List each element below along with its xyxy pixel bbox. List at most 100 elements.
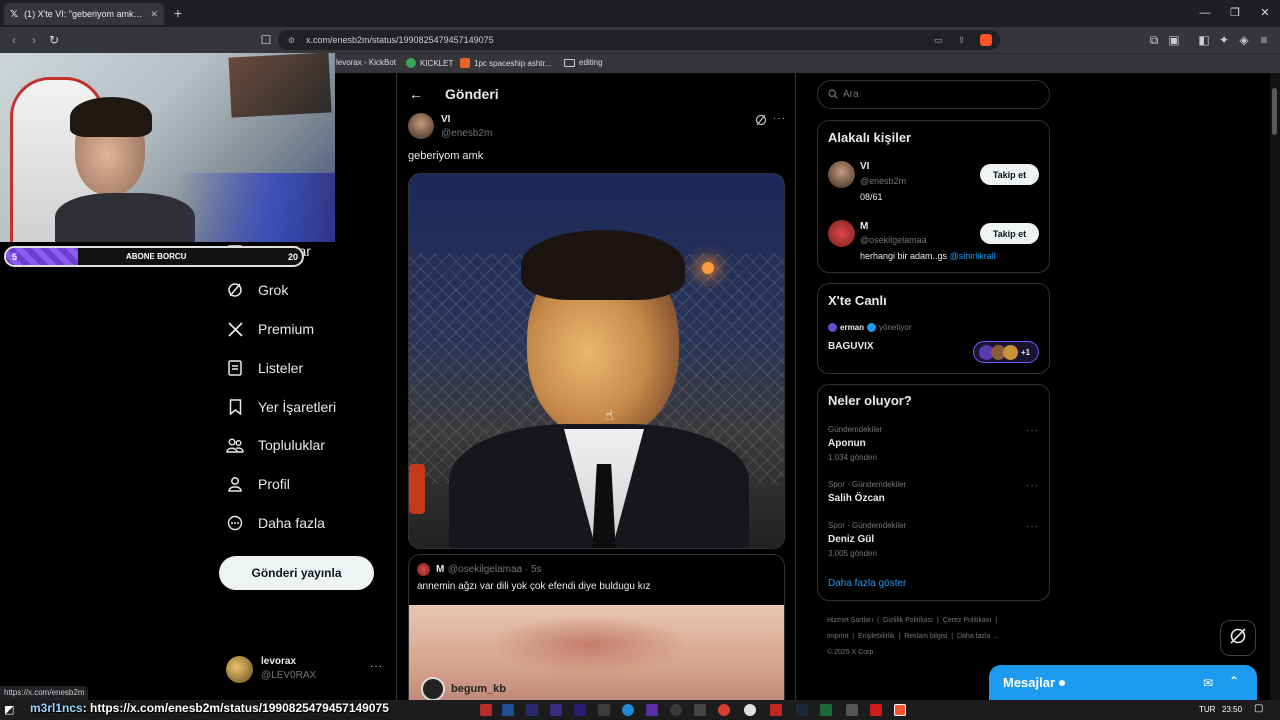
clock-time[interactable]: 23:50 — [1222, 705, 1242, 714]
post-more-icon[interactable]: ··· — [773, 113, 786, 124]
trend-item[interactable]: Gündemdekiler Aponun 1.034 gönderi ··· — [818, 421, 1049, 465]
sidebar-toggle-icon[interactable]: ◧ — [1196, 32, 1212, 48]
footer-link[interactable]: Daha fazla ... — [957, 633, 998, 640]
acrobat-icon[interactable] — [480, 704, 492, 716]
quote-video[interactable]: begum_kb — [409, 605, 784, 713]
footer-link[interactable]: Erişilebilirlik — [858, 633, 895, 640]
wallet-icon[interactable]: ▣ — [1166, 32, 1182, 48]
grok-explain-icon[interactable] — [755, 113, 767, 126]
brave-icon[interactable] — [894, 704, 906, 716]
site-info-icon[interactable]: ⚙ — [288, 36, 295, 45]
sidebar-item-bookmarks[interactable]: Yer İşaretleri — [226, 395, 336, 419]
app-icon[interactable] — [718, 704, 730, 716]
search-box[interactable]: Ara — [817, 80, 1050, 109]
related-handle[interactable]: @enesb2m — [860, 176, 906, 186]
app-icon[interactable] — [598, 704, 610, 716]
space-listeners[interactable]: +1 — [973, 341, 1039, 363]
after-effects-icon[interactable] — [550, 704, 562, 716]
close-tab-icon[interactable]: ✕ — [150, 9, 158, 20]
trend-item[interactable]: Spor · Gündemdekiler Salih Özcan ··· — [818, 476, 1049, 510]
related-bio-link[interactable]: @sinirlikrall — [950, 251, 996, 261]
app-icon[interactable] — [770, 704, 782, 716]
address-bar[interactable]: ⚙ x.com/enesb2m/status/19908254794571490… — [278, 30, 1000, 50]
author-name[interactable]: VI — [441, 114, 450, 125]
back-icon[interactable]: ‹ — [6, 32, 22, 48]
post-button[interactable]: Gönderi yayınla — [219, 556, 374, 590]
brave-shield-icon[interactable] — [980, 34, 992, 46]
share-icon[interactable]: ⇪ — [958, 35, 966, 46]
footer-link[interactable]: Hizmet Şartları — [827, 617, 873, 624]
post-video[interactable]: ☝ — [408, 173, 785, 549]
trend-more-icon[interactable]: ··· — [1026, 480, 1039, 491]
grok-floating-button[interactable] — [1220, 620, 1256, 656]
media-encoder-icon[interactable] — [526, 704, 538, 716]
bookmark-editing-folder[interactable]: editing — [564, 58, 603, 67]
follow-button[interactable]: Takip et — [980, 223, 1039, 244]
notification-icon[interactable]: ▢ — [1254, 703, 1263, 714]
author-handle[interactable]: @enesb2m — [441, 128, 492, 139]
minimize-button[interactable]: — — [1190, 4, 1220, 22]
browser-app-icon[interactable] — [622, 704, 634, 716]
forward-icon[interactable]: › — [26, 32, 42, 48]
related-avatar-m[interactable] — [828, 220, 855, 247]
quote-tweet[interactable]: M @osekilgelamaa · 5s annemin ağzı var d… — [408, 554, 785, 714]
bookmark-spaceship[interactable]: 1pc spaceship ashtr... — [460, 58, 551, 68]
sidebar-item-premium[interactable]: Premium — [226, 317, 314, 341]
app-icon[interactable] — [646, 704, 658, 716]
app-icon[interactable] — [846, 704, 858, 716]
bookmark-page-icon[interactable]: ☐ — [258, 32, 274, 48]
person-hair — [521, 230, 685, 300]
vpn-icon[interactable]: ◈ — [1236, 32, 1252, 48]
sidebar-item-profile[interactable]: Profil — [226, 472, 290, 496]
input-language[interactable]: TUR — [1199, 705, 1215, 714]
expand-chevron-icon[interactable]: ⌃ — [1229, 674, 1239, 688]
account-switcher[interactable]: levorax @LEV0RAX ··· — [226, 655, 386, 685]
browser-tab[interactable]: 𝕏 (1) X'te VI: "geberiyom amk http: ✕ — [4, 3, 164, 25]
author-avatar[interactable] — [408, 113, 434, 139]
sidebar-item-more[interactable]: Daha fazla — [226, 511, 325, 535]
new-tab-button[interactable]: + — [170, 4, 186, 22]
extensions-icon[interactable]: ⧉ — [1146, 32, 1162, 48]
close-window-button[interactable]: ✕ — [1250, 4, 1280, 22]
sidebar-item-lists[interactable]: Listeler — [226, 356, 303, 380]
bookmark-kickbot[interactable]: levorax - KickBot — [336, 58, 396, 67]
reload-icon[interactable]: ↻ — [46, 32, 62, 48]
related-name[interactable]: VI — [860, 161, 869, 172]
cast-icon[interactable]: ▭ — [934, 35, 943, 46]
premiere-icon[interactable] — [574, 704, 586, 716]
show-more-link[interactable]: Daha fazla göster — [828, 578, 906, 589]
live-host[interactable]: erman yönetiyor — [828, 323, 911, 332]
app-icon[interactable] — [670, 704, 682, 716]
steam-icon[interactable] — [796, 704, 808, 716]
page-scrollbar[interactable] — [1270, 73, 1280, 700]
more-dots-icon[interactable]: ··· — [370, 661, 383, 672]
follow-button[interactable]: Takip et — [980, 164, 1039, 185]
new-message-icon[interactable]: ✉ — [1203, 676, 1213, 690]
scrollbar-thumb[interactable] — [1272, 88, 1277, 135]
sidebar-item-communities[interactable]: Topluluklar — [226, 433, 325, 457]
footer-link[interactable]: Imprint — [827, 633, 848, 640]
photoshop-icon[interactable] — [502, 704, 514, 716]
trend-more-icon[interactable]: ··· — [1026, 521, 1039, 532]
related-handle[interactable]: @osekilgelamaa — [860, 235, 927, 245]
space-title[interactable]: BAGUVIX — [828, 341, 874, 352]
settings-app-icon[interactable] — [694, 704, 706, 716]
related-name[interactable]: M — [860, 221, 868, 232]
messages-dock[interactable]: Mesajlar ✉ ⌃ — [989, 665, 1257, 700]
trend-more-icon[interactable]: ··· — [1026, 425, 1039, 436]
footer-link[interactable]: Çerez Politikası — [943, 617, 992, 624]
restore-button[interactable]: ❐ — [1220, 4, 1250, 22]
footer-link[interactable]: Reklam bilgisi — [904, 633, 947, 640]
site-favicon-icon — [460, 58, 470, 68]
app-icon[interactable] — [744, 704, 756, 716]
app-icon[interactable] — [820, 704, 832, 716]
trend-item[interactable]: Spor · Gündemdekiler Deniz Gül 3.005 gön… — [818, 517, 1049, 561]
sidebar-item-grok[interactable]: Grok — [226, 278, 288, 302]
back-arrow-icon[interactable]: ← — [409, 86, 423, 102]
app-icon[interactable] — [870, 704, 882, 716]
related-avatar-vi[interactable] — [828, 161, 855, 188]
footer-link[interactable]: Gizlilik Politikası — [883, 617, 933, 624]
bookmark-kicklet[interactable]: KICKLET — [406, 58, 453, 68]
menu-icon[interactable]: ≡ — [1256, 32, 1272, 48]
leo-ai-icon[interactable]: ✦ — [1216, 32, 1232, 48]
